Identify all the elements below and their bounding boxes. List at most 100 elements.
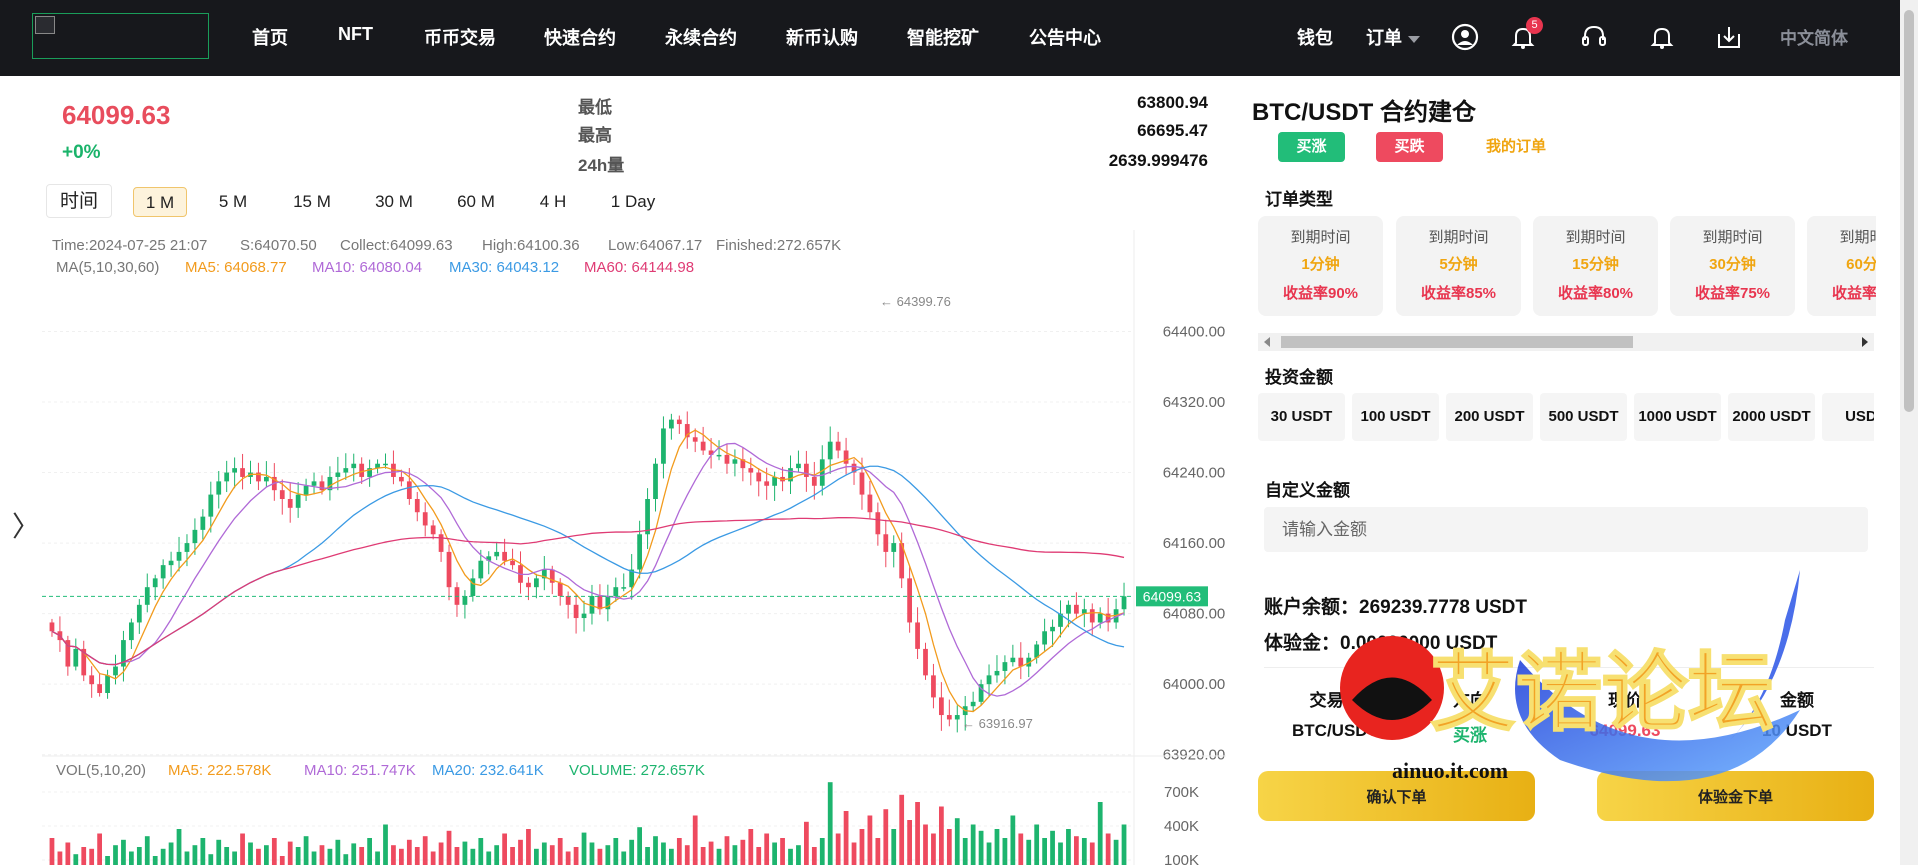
expire-duration: 5分钟 xyxy=(1439,256,1478,273)
volume-bar xyxy=(597,848,603,865)
volume-bar xyxy=(986,842,992,865)
page-scrollbar[interactable] xyxy=(1900,0,1918,865)
volume-bar xyxy=(232,851,237,865)
volume-bar xyxy=(462,841,468,865)
order-type-card[interactable]: 到期时间 30分钟 收益率75% xyxy=(1670,216,1795,316)
scroll-right-icon[interactable] xyxy=(1862,337,1868,347)
amount-option-500[interactable]: 500 USDT xyxy=(1540,393,1627,441)
nav-mining[interactable]: 智能挖矿 xyxy=(907,24,979,50)
volume-bar xyxy=(97,833,102,865)
volume-bar xyxy=(780,838,785,865)
timeframe-5m[interactable]: 5 M xyxy=(206,187,260,217)
confirm-order-button[interactable]: 确认下单 xyxy=(1258,771,1535,821)
invest-amount-label: 投资金额 xyxy=(1265,368,1333,387)
volume-bar xyxy=(756,847,762,865)
volume-bar xyxy=(216,839,222,865)
candle-body xyxy=(700,441,706,451)
nav-nft[interactable]: NFT xyxy=(338,24,373,45)
order-type-card[interactable]: 到期时间 5分钟 收益率85% xyxy=(1396,216,1521,316)
candle-body xyxy=(184,543,190,552)
candle-body xyxy=(359,463,365,477)
candle-body xyxy=(152,578,158,588)
order-type-card[interactable]: 到期时间 15分钟 收益率80% xyxy=(1533,216,1658,316)
timeframe-30m[interactable]: 30 M xyxy=(364,187,424,217)
custom-amount-input[interactable] xyxy=(1264,507,1868,552)
order-type-card[interactable]: 到期时间 1分钟 收益率90% xyxy=(1258,216,1383,316)
volume-bar xyxy=(287,841,293,865)
timeframe-4h[interactable]: 4 H xyxy=(528,187,578,217)
scrollbar-thumb[interactable] xyxy=(1904,10,1914,412)
nav-new-coin[interactable]: 新币认购 xyxy=(786,24,858,50)
volume-bar xyxy=(271,838,277,865)
volume-bar xyxy=(883,809,889,865)
volume-bar xyxy=(899,794,905,865)
volume-bar xyxy=(391,845,396,865)
candle-body xyxy=(494,551,500,557)
volume-bar xyxy=(240,833,245,865)
volume-bar xyxy=(279,856,285,865)
order-type-scrollbar[interactable] xyxy=(1258,333,1874,351)
buy-up-button[interactable]: 买涨 xyxy=(1278,132,1345,162)
timeframe-1day[interactable]: 1 Day xyxy=(598,187,668,217)
summary-pair-value: BTC/USDT xyxy=(1292,721,1378,740)
expire-duration: 15分钟 xyxy=(1572,256,1619,273)
nav-quick-contract[interactable]: 快速合约 xyxy=(544,24,616,50)
volume-bar xyxy=(915,802,920,865)
nav-home[interactable]: 首页 xyxy=(252,24,288,50)
volume-bar xyxy=(359,847,365,865)
volume-bar xyxy=(73,854,79,865)
bell-icon[interactable] xyxy=(1647,22,1677,52)
trial-order-button[interactable]: 体验金下单 xyxy=(1597,771,1874,821)
my-orders-link[interactable]: 我的订单 xyxy=(1476,132,1556,162)
candle-body xyxy=(923,648,928,676)
amount-option-2000[interactable]: 2000 USDT xyxy=(1728,393,1815,441)
expire-label: 到期时间 xyxy=(1428,229,1489,246)
amount-option-100[interactable]: 100 USDT xyxy=(1352,393,1439,441)
timeframe-15m[interactable]: 15 M xyxy=(282,187,342,217)
candle-body xyxy=(931,675,936,698)
candle-body xyxy=(653,463,658,499)
order-type-label: 订单类型 xyxy=(1265,190,1333,209)
language-selector[interactable]: 中文简体 xyxy=(1780,24,1848,49)
kline-chart[interactable]: 64400.00 64320.00 64240.00 64160.00 64080.00… xyxy=(42,230,1226,865)
candle-body xyxy=(287,499,293,508)
candle-body xyxy=(843,450,849,464)
candle-body xyxy=(534,578,539,588)
volume-bar xyxy=(605,845,611,865)
candle-body xyxy=(446,551,452,588)
collapse-arrow-icon[interactable]: 〉 xyxy=(12,505,40,545)
timeframe-60m[interactable]: 60 M xyxy=(446,187,506,217)
user-icon[interactable] xyxy=(1450,22,1480,52)
candle-body xyxy=(200,516,206,530)
amount-option-30[interactable]: 30 USDT xyxy=(1258,393,1345,441)
nav-spot[interactable]: 币币交易 xyxy=(424,24,496,50)
summary-pair-label: 交易对 xyxy=(1309,691,1361,710)
buy-down-button[interactable]: 买跌 xyxy=(1376,132,1443,162)
expire-label: 到期时间 xyxy=(1839,229,1876,246)
orders-menu[interactable]: 订单 xyxy=(1366,24,1420,50)
last-price-tag-text: 64099.63 xyxy=(1143,588,1202,604)
summary-direction: 方向 买涨 xyxy=(1430,686,1510,746)
scroll-left-icon[interactable] xyxy=(1264,337,1270,347)
volume-bar xyxy=(399,848,404,865)
custom-amount-label: 自定义金额 xyxy=(1265,481,1350,500)
download-icon[interactable] xyxy=(1714,22,1744,52)
nav-perpetual[interactable]: 永续合约 xyxy=(665,24,737,50)
volume-bar xyxy=(121,839,126,865)
timeframe-1m[interactable]: 1 M xyxy=(133,187,187,217)
wallet-link[interactable]: 钱包 xyxy=(1297,24,1333,50)
volume-bar xyxy=(978,830,984,865)
amount-option-200[interactable]: 200 USDT xyxy=(1446,393,1533,441)
amount-option-1000[interactable]: 1000 USDT xyxy=(1634,393,1721,441)
amount-option-more[interactable]: USDT xyxy=(1822,393,1874,441)
candle-body xyxy=(430,525,436,535)
scrollbar-thumb[interactable] xyxy=(1281,336,1633,348)
site-logo[interactable] xyxy=(32,13,209,59)
amount-options: 30 USDT 100 USDT 200 USDT 500 USDT 1000 … xyxy=(1258,393,1874,441)
broken-image-icon xyxy=(35,16,55,34)
nav-announcements[interactable]: 公告中心 xyxy=(1029,24,1101,50)
headset-support-icon[interactable] xyxy=(1579,22,1609,52)
timeframe-time[interactable]: 时间 xyxy=(46,184,112,218)
order-type-card[interactable]: 到期时间 60分钟收益率70% xyxy=(1807,216,1876,316)
candle-body xyxy=(232,468,237,473)
